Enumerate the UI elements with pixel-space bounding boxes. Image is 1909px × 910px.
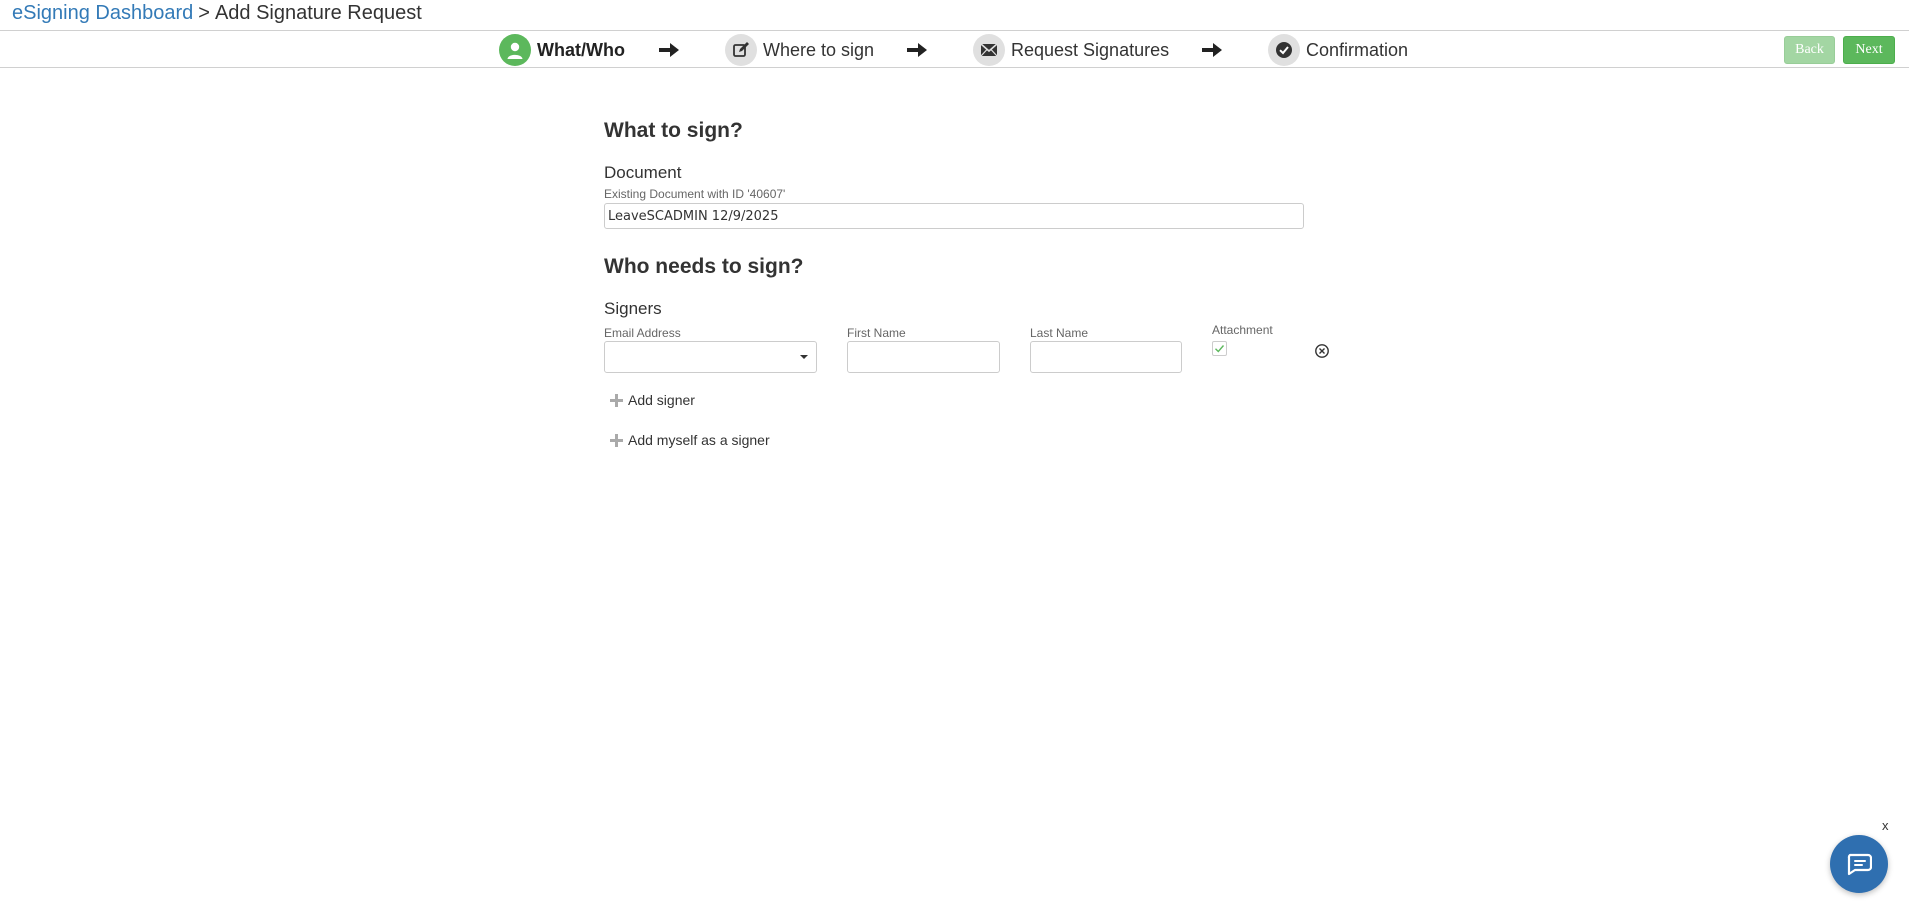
wizard-step-where-to-sign[interactable]: Where to sign [725, 34, 874, 66]
last-name-column-label: Last Name [1030, 326, 1089, 340]
checkmark-icon [1215, 345, 1225, 353]
arrow-right-icon [659, 43, 679, 57]
back-button[interactable]: Back [1784, 36, 1835, 64]
chat-launcher-button[interactable] [1830, 835, 1888, 893]
breadcrumb-current-page: Add Signature Request [214, 2, 422, 24]
add-myself-label: Add myself as a signer [628, 432, 770, 448]
document-hint: Existing Document with ID '40607' [604, 187, 786, 201]
next-button[interactable]: Next [1843, 36, 1895, 64]
first-name-column-label: First Name [847, 326, 906, 340]
plus-icon [610, 393, 623, 407]
email-column-label: Email Address [604, 326, 681, 340]
remove-signer-icon[interactable] [1314, 343, 1330, 359]
edit-icon [725, 34, 757, 66]
caret-down-icon [800, 355, 808, 359]
wizard-step-confirmation[interactable]: Confirmation [1268, 34, 1408, 66]
plus-icon [610, 433, 623, 447]
check-circle-icon [1268, 34, 1300, 66]
wizard-step-label: Confirmation [1306, 39, 1409, 60]
chat-close-button[interactable]: x [1882, 818, 1889, 833]
what-to-sign-heading: What to sign? [604, 119, 743, 142]
user-icon [499, 34, 531, 66]
wizard-step-what-who[interactable]: What/Who [499, 34, 625, 66]
document-label: Document [604, 163, 682, 182]
who-needs-to-sign-heading: Who needs to sign? [604, 255, 804, 278]
add-signer-button[interactable]: Add signer [610, 392, 695, 408]
last-name-input[interactable] [1030, 341, 1182, 373]
document-name-input[interactable] [604, 203, 1304, 229]
add-myself-as-signer-button[interactable]: Add myself as a signer [610, 432, 770, 448]
wizard-step-bar: What/Who Where to sign Request Signature… [0, 30, 1909, 68]
first-name-input[interactable] [847, 341, 1000, 373]
wizard-step-label: Request Signatures [1011, 39, 1170, 60]
envelope-icon [973, 34, 1005, 66]
attachment-checkbox[interactable] [1212, 341, 1227, 356]
wizard-step-label: Where to sign [763, 39, 875, 60]
breadcrumb-dashboard-link[interactable]: eSigning Dashboard [12, 2, 193, 24]
breadcrumb-separator: > [198, 2, 210, 24]
breadcrumb: eSigning Dashboard > Add Signature Request [12, 0, 422, 30]
email-address-select[interactable] [604, 341, 817, 373]
wizard-step-request-signatures[interactable]: Request Signatures [973, 34, 1169, 66]
arrow-right-icon [907, 43, 927, 57]
chat-icon [1847, 853, 1872, 876]
signers-label: Signers [604, 299, 662, 318]
add-signer-label: Add signer [628, 392, 695, 408]
attachment-column-label: Attachment [1212, 323, 1273, 337]
wizard-step-label: What/Who [537, 39, 625, 60]
arrow-right-icon [1202, 43, 1222, 57]
